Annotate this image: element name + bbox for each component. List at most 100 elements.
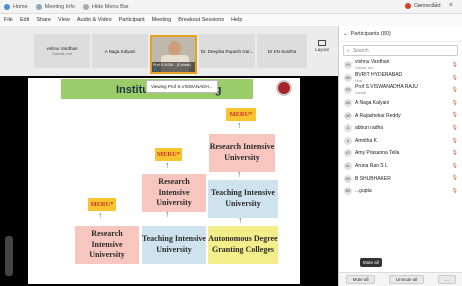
viewing-banner[interactable]: Viewing Prof S.VISWANADH... [146,80,218,93]
chevron-down-icon[interactable]: ⌄ [343,31,348,37]
more-button[interactable]: … [437,275,457,284]
avatar: A [344,136,352,145]
avatar: A [344,124,352,133]
menu-bar: File Edit Share View Audio & Video Parti… [0,14,462,26]
participant-name: A Rajashekar Reddy [355,112,401,119]
menu-audio-video[interactable]: Audio & Video [77,17,112,23]
participant-name: Aruna Rao S L [355,163,388,170]
participant-row[interactable]: AR A Rajashekar Reddy 🎙 [339,109,462,122]
menu-file[interactable]: File [4,17,13,23]
mic-muted-icon[interactable]: 🎙 [452,150,458,156]
menu-meeting[interactable]: Meeting [152,17,172,23]
unmute-all-button[interactable]: Unmute all [388,275,425,284]
window-controls[interactable]: – □ × [417,2,458,9]
participant-row[interactable]: BS B SHUBHAKER 🎙 [339,172,462,185]
university-logo [276,80,292,96]
arrow-icon: ↑ [165,209,170,219]
participant-name: ...gupta [355,188,372,195]
annotation-toolbar[interactable] [5,236,13,276]
participant-name: abburi radha [355,125,384,132]
panel-header: ⌄ Participants (80) [339,26,462,42]
mic-muted-icon[interactable]: 🎙 [452,112,458,118]
avatar: AK [344,99,352,108]
tile-name: vishnu Vardhan [46,46,78,51]
meeting-info-label: Meeting Info [44,3,75,10]
hide-menu-tab[interactable]: Hide Menu Bar [82,3,129,10]
participant-row[interactable]: AK A Naga Kalyani 🎙 [339,97,462,110]
tier-box-mid-left: Research Intensive University [142,174,206,212]
mic-muted-icon[interactable]: 🎙 [452,125,458,131]
menu-participant[interactable]: Participant [119,17,145,23]
mic-muted-icon[interactable]: 🎙 [452,87,458,93]
tile-name: A Naga Kalyani [104,48,136,54]
participant-name: BVRIT HYDERABAD [355,71,403,78]
participant-name: Amy Prasanna Tella [355,150,400,157]
title-bar: Home Meeting Info Hide Menu Bar [0,0,462,14]
video-tile[interactable]: Dr KN Sunitha [257,34,307,68]
participant-role: Host [355,78,363,83]
tier-box-top: Research Intensive University [209,134,275,172]
video-tile[interactable]: Dr. Deepika Rupesh Gar... [199,34,255,68]
tier-box-low-mid: Teaching Intensive University [142,226,206,264]
tier-box-low-right: Autonomous Degree Granting Colleges [208,226,278,264]
tier-box-mid-right: Teaching Intensive University [208,180,278,218]
participant-name: B SHUBHAKER [355,175,391,182]
video-tile[interactable]: vishnu Vardhan Cohost, me [34,34,90,68]
presentation-slide: Institu ng MERU* ↑ Research Intensive Un… [28,78,300,284]
active-video-tile[interactable]: Prof S.VISW... (Cohost) 👤 [150,35,197,74]
avatar: AT [344,149,352,158]
mic-muted-icon[interactable]: 🎙 [452,175,458,181]
participant-row[interactable]: AT Amy Prasanna Tella 🎙 [339,147,462,160]
menu-edit[interactable]: Edit [20,17,29,23]
slide-title-left: Institu [116,84,149,96]
mic-muted-icon[interactable]: 🎙 [452,188,458,194]
arrow-icon: ↑ [165,160,170,170]
participant-name: Amritha K [355,137,377,144]
avatar: BH [344,73,352,82]
arrow-icon: ↑ [237,120,242,130]
menu-breakout[interactable]: Breakout Sessions [178,17,224,23]
mic-muted-icon[interactable]: 🎙 [452,100,458,106]
home-tab[interactable]: Home [4,3,28,10]
participants-title: Participants (80) [350,30,391,37]
avatar: PS [344,86,352,95]
home-tab-label: Home [13,3,28,10]
info-icon [35,3,42,10]
mute-all-button[interactable]: Mute all [345,275,376,284]
participant-row[interactable]: PS Prof S.VISWANADHA RAJU Cohost 🎙 [339,84,462,97]
participant-row[interactable]: A Amritha K 🎙 [339,135,462,148]
meeting-info-tab[interactable]: Meeting Info [35,3,75,10]
participant-row[interactable]: A abburi radha 🎙 [339,122,462,135]
video-tile[interactable]: A Naga Kalyani [92,34,148,68]
panel-footer: Mute all Unmute all … [339,272,462,286]
avatar: VV [344,61,352,70]
zoom-icon [4,3,10,10]
search-icon: ⌕ [347,47,350,54]
mic-muted-icon[interactable]: 🎙 [452,75,458,81]
menu-view[interactable]: View [58,17,70,23]
hide-menu-label: Hide Menu Bar [91,3,129,10]
participant-name: Prof S.VISWANADHA RAJU [355,84,418,91]
participant-row[interactable]: AL Aruna Rao S L 🎙 [339,160,462,173]
shared-screen: Institu ng MERU* ↑ Research Intensive Un… [0,76,338,286]
participant-role: Cohost [355,91,367,96]
arrow-icon: ↑ [98,210,103,220]
menu-help[interactable]: Help [231,17,242,23]
active-video-label: Prof S.VISW... (Cohost) 👤 [152,62,195,72]
mute-all-tooltip: Mute all [360,258,382,267]
arrow-icon: ↑ [238,215,243,225]
mic-muted-icon[interactable]: 🎙 [452,62,458,68]
participant-row[interactable]: VV vishnu Vardhan Cohost, me 🎙 [339,59,462,72]
mic-muted-icon[interactable]: 🎙 [452,138,458,144]
mic-muted-icon[interactable]: 🎙 [452,163,458,169]
avatar: AL [344,162,352,171]
menu-share[interactable]: Share [36,17,51,23]
arrow-icon: ↑ [237,169,242,179]
search-input[interactable]: ⌕ Search [343,45,458,56]
participant-row[interactable]: BH BVRIT HYDERABAD Host 🎙 [339,72,462,85]
participant-row[interactable]: BS ...gupta 🎙 [339,185,462,198]
tier-box-low-left: Research Intensive University [75,226,139,264]
layout-button[interactable]: Layout [310,40,334,52]
layout-label: Layout [315,47,329,52]
layout-icon [318,40,326,46]
